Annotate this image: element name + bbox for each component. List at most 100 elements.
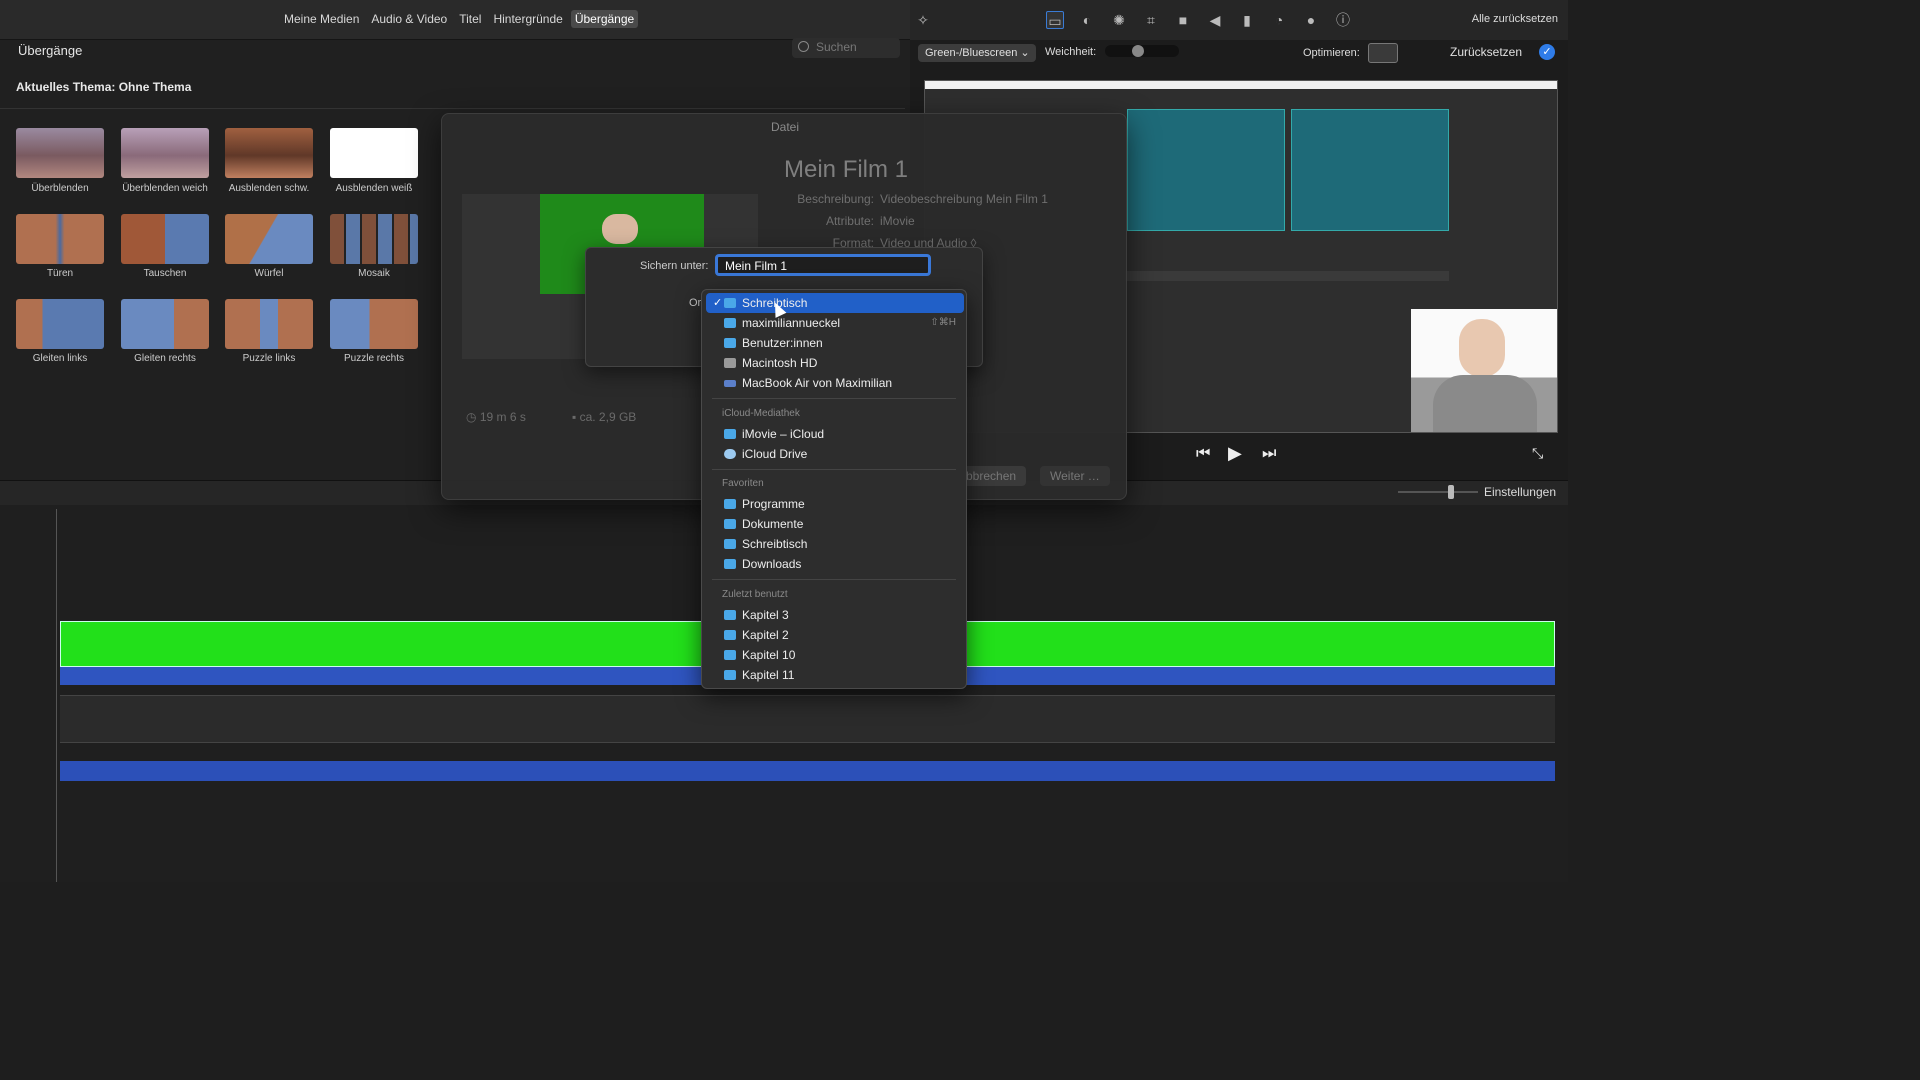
tab-uebergaenge[interactable]: Übergänge <box>570 10 639 28</box>
location-item-downloads[interactable]: Downloads <box>706 554 964 574</box>
location-item-users[interactable]: Benutzer:innen <box>706 333 964 353</box>
playhead[interactable] <box>56 509 57 882</box>
fullscreen-icon[interactable]: ⤡ <box>1532 445 1543 462</box>
folder-icon <box>724 650 736 660</box>
transition-thumb[interactable] <box>330 214 418 264</box>
play-icon[interactable]: ▶ <box>1228 443 1242 464</box>
transition-thumb[interactable] <box>16 128 104 178</box>
location-item-kapitel-10[interactable]: Kapitel 10 <box>706 645 964 665</box>
palette-icon[interactable]: ✺ <box>1110 11 1128 29</box>
folder-icon <box>724 318 736 328</box>
clock-icon: ◷ <box>466 410 480 424</box>
location-item-programme[interactable]: Programme <box>706 494 964 514</box>
equalizer-icon[interactable]: ▮ <box>1238 11 1256 29</box>
recent-header: Zuletzt benutzt <box>722 589 788 600</box>
filename-input[interactable]: Mein Film 1 <box>715 254 931 276</box>
tab-audio-video[interactable]: Audio & Video <box>367 10 451 28</box>
duration-stat: ◷ 19 m 6 s <box>466 410 526 424</box>
search-input[interactable]: Suchen <box>792 38 900 58</box>
location-item-dokumente[interactable]: Dokumente <box>706 514 964 534</box>
item-label: iMovie – iCloud <box>742 427 825 441</box>
menu-separator <box>712 469 956 470</box>
skip-forward-icon[interactable]: ⏭ <box>1262 445 1276 463</box>
transition-thumb[interactable] <box>16 299 104 349</box>
weichheit-slider[interactable] <box>1105 45 1179 57</box>
magic-wand-icon[interactable]: ✧ <box>914 11 932 29</box>
transition-label: Überblenden <box>31 183 89 194</box>
transition-thumb[interactable] <box>330 128 418 178</box>
tab-titel[interactable]: Titel <box>455 10 485 28</box>
folder-icon <box>724 630 736 640</box>
location-item-home[interactable]: maximiliannueckel ⇧⌘H <box>706 313 964 333</box>
tab-meine-medien[interactable]: Meine Medien <box>280 10 363 28</box>
item-label: Benutzer:innen <box>742 336 823 350</box>
screen-panel-new <box>1127 109 1285 231</box>
media-tabs: Meine Medien Audio & Video Titel Hinterg… <box>280 10 639 28</box>
menu-separator <box>712 579 956 580</box>
duration-value: 19 m 6 s <box>479 410 526 424</box>
transition-thumb[interactable] <box>121 128 209 178</box>
main-video-clip[interactable] <box>60 695 1555 743</box>
filter-icon[interactable]: ● <box>1302 11 1320 29</box>
folder-icon <box>724 610 736 620</box>
info-row: Beschreibung: Videobeschreibung Mein Film… <box>790 192 1048 206</box>
crop-icon[interactable]: ⌗ <box>1142 11 1160 29</box>
transition-thumb[interactable] <box>121 214 209 264</box>
optimieren-label: Optimieren: <box>1303 47 1360 59</box>
effect-select[interactable]: Green-/Bluescreen ⌄ <box>918 44 1036 62</box>
item-label: Kapitel 2 <box>742 628 789 642</box>
slider-knob[interactable] <box>1132 45 1144 57</box>
location-item-kapitel-2[interactable]: Kapitel 2 <box>706 625 964 645</box>
search-icon <box>798 41 809 52</box>
transition-thumb[interactable] <box>121 299 209 349</box>
item-label: Kapitel 10 <box>742 648 796 662</box>
info-row: Attribute: iMovie <box>790 214 915 228</box>
transition-thumb[interactable] <box>16 214 104 264</box>
location-item-kapitel-11[interactable]: Kapitel 11 <box>706 665 964 685</box>
preview-face <box>602 214 638 244</box>
info-label: Attribute: <box>825 214 874 228</box>
item-label: maximiliannueckel <box>742 316 841 330</box>
location-item-macintosh-hd[interactable]: Macintosh HD <box>706 353 964 373</box>
browser-title: Übergänge <box>18 43 83 58</box>
crop-frame-icon[interactable]: ▭ <box>1046 11 1064 29</box>
zoom-slider[interactable] <box>1398 485 1478 499</box>
camera-icon[interactable]: ■ <box>1174 11 1192 29</box>
speed-icon[interactable]: ◔ <box>1270 11 1288 29</box>
einstellungen-button[interactable]: Einstellungen <box>1484 485 1556 499</box>
location-item-imovie-icloud[interactable]: iMovie – iCloud <box>706 424 964 444</box>
next-button[interactable]: Weiter … <box>1040 466 1110 486</box>
screen-menubar <box>925 81 1557 89</box>
size-value: ca. 2,9 GB <box>579 410 637 424</box>
laptop-icon <box>724 380 736 387</box>
color-balance-icon[interactable]: ◐ <box>1078 11 1096 29</box>
reset-all-button[interactable]: Alle zurücksetzen <box>1472 13 1558 25</box>
file-icon: ▪ <box>572 410 580 424</box>
folder-icon <box>724 298 736 308</box>
info-icon[interactable]: ⓘ <box>1334 11 1352 29</box>
transition-thumb[interactable] <box>225 214 313 264</box>
location-item-schreibtisch[interactable]: ✓ Schreibtisch <box>706 293 964 313</box>
volume-icon[interactable]: ◀ <box>1206 11 1224 29</box>
item-label: MacBook Air von Maximilian <box>742 376 893 390</box>
item-label: Downloads <box>742 557 802 571</box>
checkmark-icon[interactable]: ✓ <box>1539 44 1555 60</box>
transition-thumb[interactable] <box>225 299 313 349</box>
location-item-icloud-drive[interactable]: iCloud Drive <box>706 444 964 464</box>
crop-area-button[interactable] <box>1368 43 1398 63</box>
skip-back-icon[interactable]: ⏮ <box>1196 445 1210 463</box>
transition-label: Würfel <box>254 268 284 279</box>
item-label: Schreibtisch <box>742 537 808 551</box>
transition-thumb[interactable] <box>330 299 418 349</box>
location-item-schreibtisch-fav[interactable]: Schreibtisch <box>706 534 964 554</box>
main-audio-waveform[interactable] <box>60 761 1555 781</box>
zuruecksetzen-button[interactable]: Zurücksetzen <box>1450 45 1522 59</box>
location-item-kapitel-3[interactable]: Kapitel 3 <box>706 605 964 625</box>
tab-hintergruende[interactable]: Hintergründe <box>489 10 566 28</box>
chevron-down-icon: ⌄ <box>1020 47 1030 59</box>
transition-label: Gleiten rechts <box>134 353 196 364</box>
location-item-macbook[interactable]: MacBook Air von Maximilian <box>706 373 964 393</box>
transition-thumb[interactable] <box>225 128 313 178</box>
eraser-button[interactable] <box>1400 43 1430 63</box>
slider-knob[interactable] <box>1448 485 1454 499</box>
